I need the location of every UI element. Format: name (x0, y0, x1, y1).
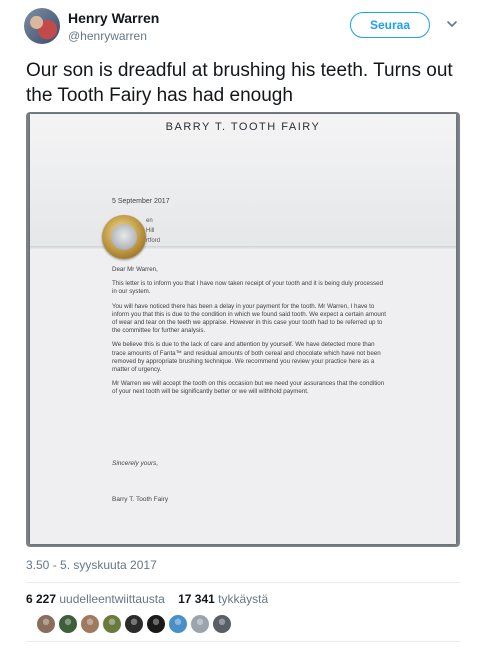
liker-avatar[interactable] (58, 614, 78, 634)
liker-avatar[interactable] (124, 614, 144, 634)
letter-salutation: Dear Mr Warren, (112, 266, 158, 273)
liker-avatar[interactable] (36, 614, 56, 634)
coin-image (102, 215, 146, 259)
tweet-header: Henry Warren @henrywarren Seuraa (0, 0, 480, 52)
address-line: rtford (146, 238, 161, 244)
tweet-photo[interactable]: BARRY T. TOOTH FAIRY 5 September 2017 en… (26, 112, 460, 547)
tweet-stats: 6 227 uudelleentwiittausta 17 341 tykkäy… (26, 592, 268, 606)
user-handle[interactable]: @henrywarren (68, 29, 147, 43)
letter-paragraph: You will have noticed there has been a d… (112, 302, 387, 335)
address-line: Hill (146, 228, 155, 234)
avatar[interactable] (24, 8, 60, 44)
divider (26, 582, 460, 583)
address-line: en (146, 218, 153, 224)
liker-avatar[interactable] (80, 614, 100, 634)
tweet-text: Our son is dreadful at brushing his teet… (26, 60, 453, 106)
letter-paragraph: Mr Warren we will accept the tooth on th… (112, 380, 385, 396)
follow-button[interactable]: Seuraa (350, 12, 430, 38)
liker-avatar[interactable] (146, 614, 166, 634)
letter-date: 5 September 2017 (112, 198, 170, 205)
retweets-label: uudelleentwiittausta (59, 592, 165, 606)
letter-paper: BARRY T. TOOTH FAIRY 5 September 2017 en… (30, 114, 456, 544)
liker-avatar[interactable] (168, 614, 188, 634)
tweet-timestamp[interactable]: 3.50 - 5. syyskuuta 2017 (26, 558, 157, 572)
chevron-down-icon[interactable] (446, 18, 458, 30)
likes-label: tykkäystä (218, 592, 269, 606)
letter-paragraph: We believe this is due to the lack of ca… (112, 341, 381, 374)
liker-avatar[interactable] (102, 614, 122, 634)
likes-stat[interactable]: 17 341 tykkäystä (178, 592, 268, 606)
letterhead: BARRY T. TOOTH FAIRY (165, 121, 321, 133)
liker-avatar[interactable] (212, 614, 232, 634)
retweets-count: 6 227 (26, 592, 57, 606)
divider (26, 641, 460, 642)
letter-paragraph: This letter is to inform you that I have… (112, 280, 384, 296)
liker-avatar[interactable] (190, 614, 210, 634)
likes-count: 17 341 (178, 592, 215, 606)
display-name[interactable]: Henry Warren (68, 10, 159, 26)
retweets-stat[interactable]: 6 227 uudelleentwiittausta (26, 592, 165, 606)
letter-signature: Barry T. Tooth Fairy (112, 496, 169, 503)
letter-closing: Sincerely yours, (112, 460, 159, 467)
letter-body: Dear Mr Warren, This letter is to inform… (112, 266, 386, 403)
